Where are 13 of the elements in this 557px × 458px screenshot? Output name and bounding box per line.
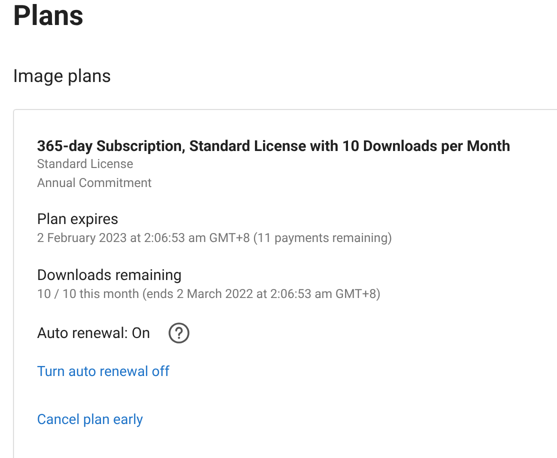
info-value: 2 February 2023 at 2:06:53 am GMT+8 (11 payments remaining) <box>37 230 392 248</box>
action-link[interactable]: Cancel plan early <box>37 411 143 429</box>
auto-renewal-status: Auto renewal: On <box>37 323 150 343</box>
plan-detail: Annual Commitment <box>37 175 152 193</box>
plan-detail: Standard License <box>37 156 134 174</box>
info-label: Downloads remaining <box>37 265 182 285</box>
page-title: Plans <box>13 0 84 32</box>
action-link[interactable]: Turn auto renewal off <box>37 363 170 381</box>
plan-name: 365-day Subscription, Standard License with 10 Downloads per Month <box>37 137 510 155</box>
info-label: Plan expires <box>37 209 118 229</box>
info-value: 10 / 10 this month (ends 2 March 2022 at 2:06:53 am GMT+8) <box>37 286 381 304</box>
section-title: Image plans <box>13 66 112 88</box>
help-icon[interactable] <box>168 322 190 344</box>
